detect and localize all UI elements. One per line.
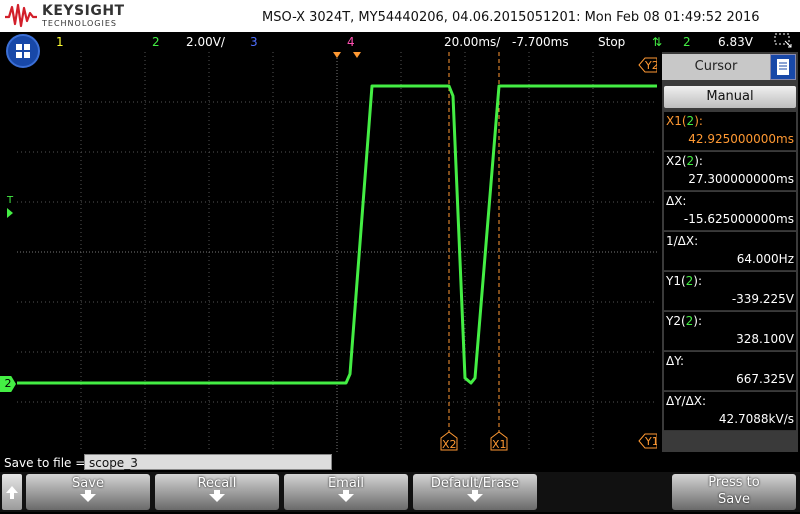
cursor-x1-label: X1 <box>492 438 507 451</box>
cursor-panel: Cursor Manual X1(2): 42.925000000ms X2(2):… <box>662 52 798 452</box>
default-erase-softkey-label: Default/Erase <box>430 476 520 491</box>
brand-subtitle: TECHNOLOGIES <box>42 19 117 28</box>
cursor-panel-title[interactable]: Cursor <box>662 54 770 80</box>
cursor-readout-value: -15.625000000ms <box>683 212 794 226</box>
save-arrow-head <box>80 494 96 502</box>
readout-label-text: ΔX: <box>666 194 687 208</box>
press-save-label: Save <box>718 492 750 507</box>
cursor-readout: 1/ΔX: 64.000Hz <box>664 232 796 271</box>
back-button[interactable] <box>2 474 22 510</box>
timebase-scale[interactable]: 20.00ms/ <box>444 35 500 49</box>
email-arrow-head <box>338 494 354 502</box>
press-to-save-softkey[interactable]: Press to Save <box>672 474 796 510</box>
readout-label-end: ): <box>693 274 703 288</box>
readout-label-text: X1( <box>666 114 687 128</box>
save-to-file-label: Save to file = <box>4 456 86 470</box>
instrument-info: MSO-X 3024T, MY54440206, 04.06.201505120… <box>262 10 760 25</box>
email-softkey-label: Email <box>327 476 365 491</box>
run-state: Stop <box>598 35 626 49</box>
cursor-readout-value: 328.100V <box>736 332 794 346</box>
keysight-wave-icon <box>5 3 37 28</box>
header-bar: KEYSIGHT TECHNOLOGIES MSO-X 3024T, MY544… <box>0 0 800 32</box>
cursor-readout: ΔX: -15.625000000ms <box>664 192 796 231</box>
cursor-mode-button[interactable]: Manual <box>664 86 796 108</box>
time-delay[interactable]: -7.700ms <box>512 35 569 49</box>
readout-label-text: Y2( <box>666 314 686 328</box>
trigger-level-marker[interactable]: T <box>7 196 13 218</box>
trigger-level-label: T <box>7 195 14 206</box>
cursor-readout-value: -339.225V <box>731 292 794 306</box>
cursor-readout-label: X1(2): <box>666 114 703 128</box>
cursor-readout-value: 64.000Hz <box>736 252 794 266</box>
channel-2-label[interactable]: 2 <box>152 35 160 49</box>
cursor-readout-label: ΔY/ΔX: <box>666 394 706 408</box>
readout-label-text: X2( <box>666 154 687 168</box>
cursor-readout: ΔY: 667.325V <box>664 352 796 391</box>
cursor-readout-label: ΔY: <box>666 354 684 368</box>
screen-select-icon[interactable] <box>774 33 794 52</box>
cursor-readout-label: Y2(2): <box>666 314 702 328</box>
channel-1-label[interactable]: 1 <box>56 35 64 49</box>
cursor-y2-label: Y2 <box>644 59 657 72</box>
cursor-readout-label: ΔX: <box>666 194 686 208</box>
cursor-readout-value: 667.325V <box>736 372 794 386</box>
recall-softkey-label: Recall <box>197 476 237 491</box>
cursor-readout-value: 42.925000000ms <box>688 132 794 146</box>
cursor-readout: Y1(2): -339.225V <box>664 272 796 311</box>
cursor-y1-label: Y1 <box>644 435 657 448</box>
channel-4-label[interactable]: 4 <box>347 35 355 49</box>
cursor-readout-value: 42.7088kV/s <box>718 412 794 426</box>
cursor-readout: X2(2): 27.300000000ms <box>664 152 796 191</box>
recall-softkey[interactable]: Recall <box>155 474 279 510</box>
trigger-level[interactable]: 6.83V <box>718 35 753 49</box>
default-erase-arrow-head <box>467 494 483 502</box>
channel-2-scale[interactable]: 2.00V/ <box>186 35 225 49</box>
status-bar: 1 2 2.00V/ 3 4 20.00ms/ -7.700ms Stop ⇅ … <box>0 32 800 52</box>
up-arrow-icon <box>6 486 18 499</box>
save-softkey[interactable]: Save <box>26 474 150 510</box>
cursor-x2-label: X2 <box>442 438 457 451</box>
email-softkey[interactable]: Email <box>284 474 408 510</box>
cursor-readout: Y2(2): 328.100V <box>664 312 796 351</box>
save-softkey-label: Save <box>72 476 104 491</box>
trigger-channel[interactable]: 2 <box>683 35 691 49</box>
readout-label-end: ): <box>693 314 703 328</box>
home-button[interactable] <box>6 34 40 68</box>
readout-label-text: Y1( <box>666 274 686 288</box>
cursor-readout-label: 1/ΔX: <box>666 234 698 248</box>
cursor-readout: X1(2): 42.925000000ms <box>664 112 796 151</box>
cursor-readout-value: 27.300000000ms <box>688 172 794 186</box>
press-to-label: Press to <box>708 475 760 490</box>
cursor-readout-label: X2(2): <box>666 154 703 168</box>
waveform-display[interactable]: Y2 Y1 X2 X1 <box>17 52 657 452</box>
cursor-readout: ΔY/ΔX: 42.7088kV/s <box>664 392 796 431</box>
default-erase-softkey[interactable]: Default/Erase <box>413 474 537 510</box>
keysight-logo: KEYSIGHT TECHNOLOGIES <box>4 2 124 30</box>
readout-label-text: ΔY: <box>666 354 684 368</box>
panel-menu-icon[interactable] <box>770 54 796 80</box>
cursor-readout-label: Y1(2): <box>666 274 702 288</box>
channel-2-ground-label: 2 <box>4 377 12 390</box>
channel-2-ground-marker[interactable]: 2 <box>0 376 16 392</box>
channel-3-label[interactable]: 3 <box>250 35 258 49</box>
trigger-edge-icon: ⇅ <box>652 35 663 49</box>
home-icon <box>16 44 30 58</box>
readout-label-end: ): <box>694 154 703 168</box>
brand-name: KEYSIGHT <box>42 3 125 19</box>
readout-label-end: ): <box>694 114 703 128</box>
readout-label-text: 1/ΔX: <box>666 234 699 248</box>
save-filename-field[interactable]: scope_3 <box>84 454 332 470</box>
readout-label-text: ΔY/ΔX: <box>666 394 707 408</box>
recall-arrow-head <box>209 494 225 502</box>
